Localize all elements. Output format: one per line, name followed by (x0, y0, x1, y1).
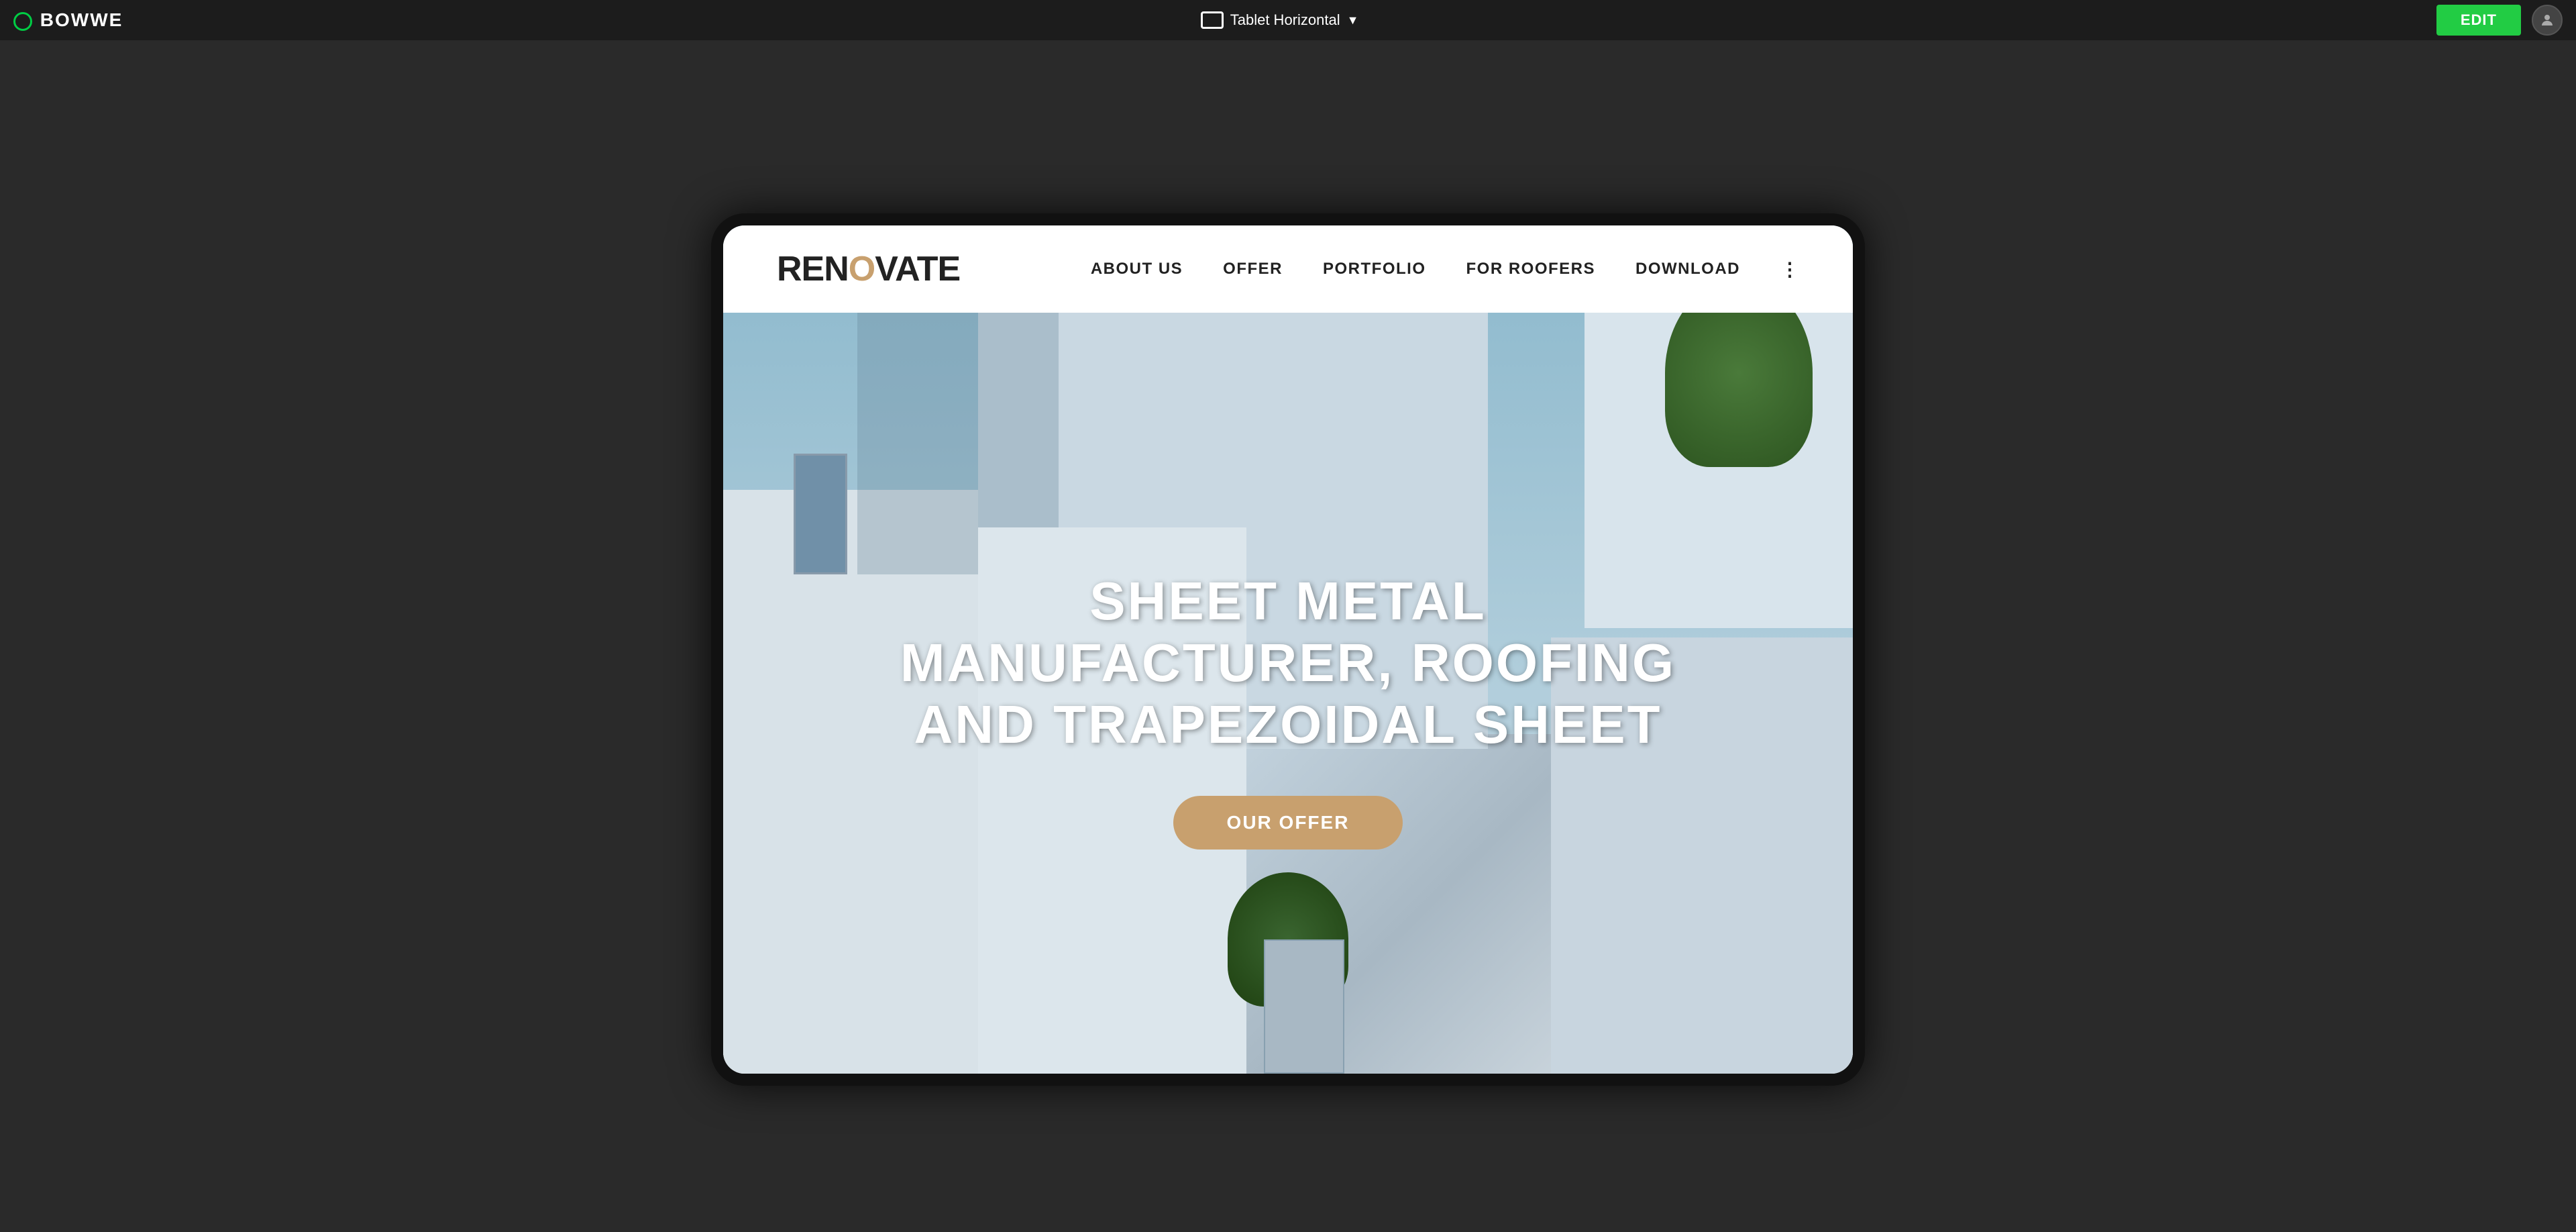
logo-o: O (849, 250, 875, 289)
nav-portfolio[interactable]: PORTFOLIO (1323, 260, 1426, 278)
logo-text: BOWWE (40, 9, 123, 30)
hero-title-line1: SHEET METAL MANUFACTURER, ROOFING (900, 571, 1676, 692)
chevron-down-icon[interactable]: ▼ (1347, 13, 1359, 28)
nav-offer[interactable]: OFFER (1223, 260, 1283, 278)
logo-icon (13, 12, 32, 31)
door-element (1264, 939, 1344, 1074)
hero-section: SHEET METAL MANUFACTURER, ROOFING AND TR… (723, 225, 1853, 1074)
nav-about-us[interactable]: ABOUT US (1091, 260, 1183, 278)
website-preview: SHEET METAL MANUFACTURER, ROOFING AND TR… (723, 225, 1853, 1074)
hero-cta-button[interactable]: OUR OFFER (1173, 796, 1403, 850)
logo-part1: REN (777, 250, 849, 289)
toolbar: BOWWE Tablet Horizontal ▼ EDIT (0, 0, 2576, 40)
hero-content: SHEET METAL MANUFACTURER, ROOFING AND TR… (885, 570, 1690, 850)
main-area: SHEET METAL MANUFACTURER, ROOFING AND TR… (0, 0, 2576, 1232)
tablet-frame: SHEET METAL MANUFACTURER, ROOFING AND TR… (711, 213, 1865, 1086)
window-element (794, 454, 847, 574)
hero-title-line2: AND TRAPEZOIDAL SHEET (914, 695, 1662, 754)
bowwe-logo: BOWWE (13, 9, 123, 31)
tablet-icon (1201, 11, 1224, 29)
nav-for-roofers[interactable]: FOR ROOFERS (1466, 260, 1596, 278)
nav-links: ABOUT US OFFER PORTFOLIO FOR ROOFERS DOW… (1091, 258, 1799, 280)
toolbar-left: BOWWE (13, 9, 123, 31)
toolbar-right: EDIT (2436, 5, 2563, 36)
avatar[interactable] (2532, 5, 2563, 36)
nav-download[interactable]: DOWNLOAD (1635, 260, 1740, 278)
hero-title: SHEET METAL MANUFACTURER, ROOFING AND TR… (885, 570, 1690, 756)
toolbar-center: Tablet Horizontal ▼ (1201, 11, 1359, 29)
site-nav: RENOVATE ABOUT US OFFER PORTFOLIO FOR RO… (723, 225, 1853, 313)
logo-part2: VATE (875, 250, 960, 289)
site-logo: RENOVATE (777, 249, 960, 289)
device-label: Tablet Horizontal (1230, 11, 1340, 29)
nav-more-icon[interactable]: ⋮ (1780, 258, 1799, 280)
edit-button[interactable]: EDIT (2436, 5, 2521, 36)
